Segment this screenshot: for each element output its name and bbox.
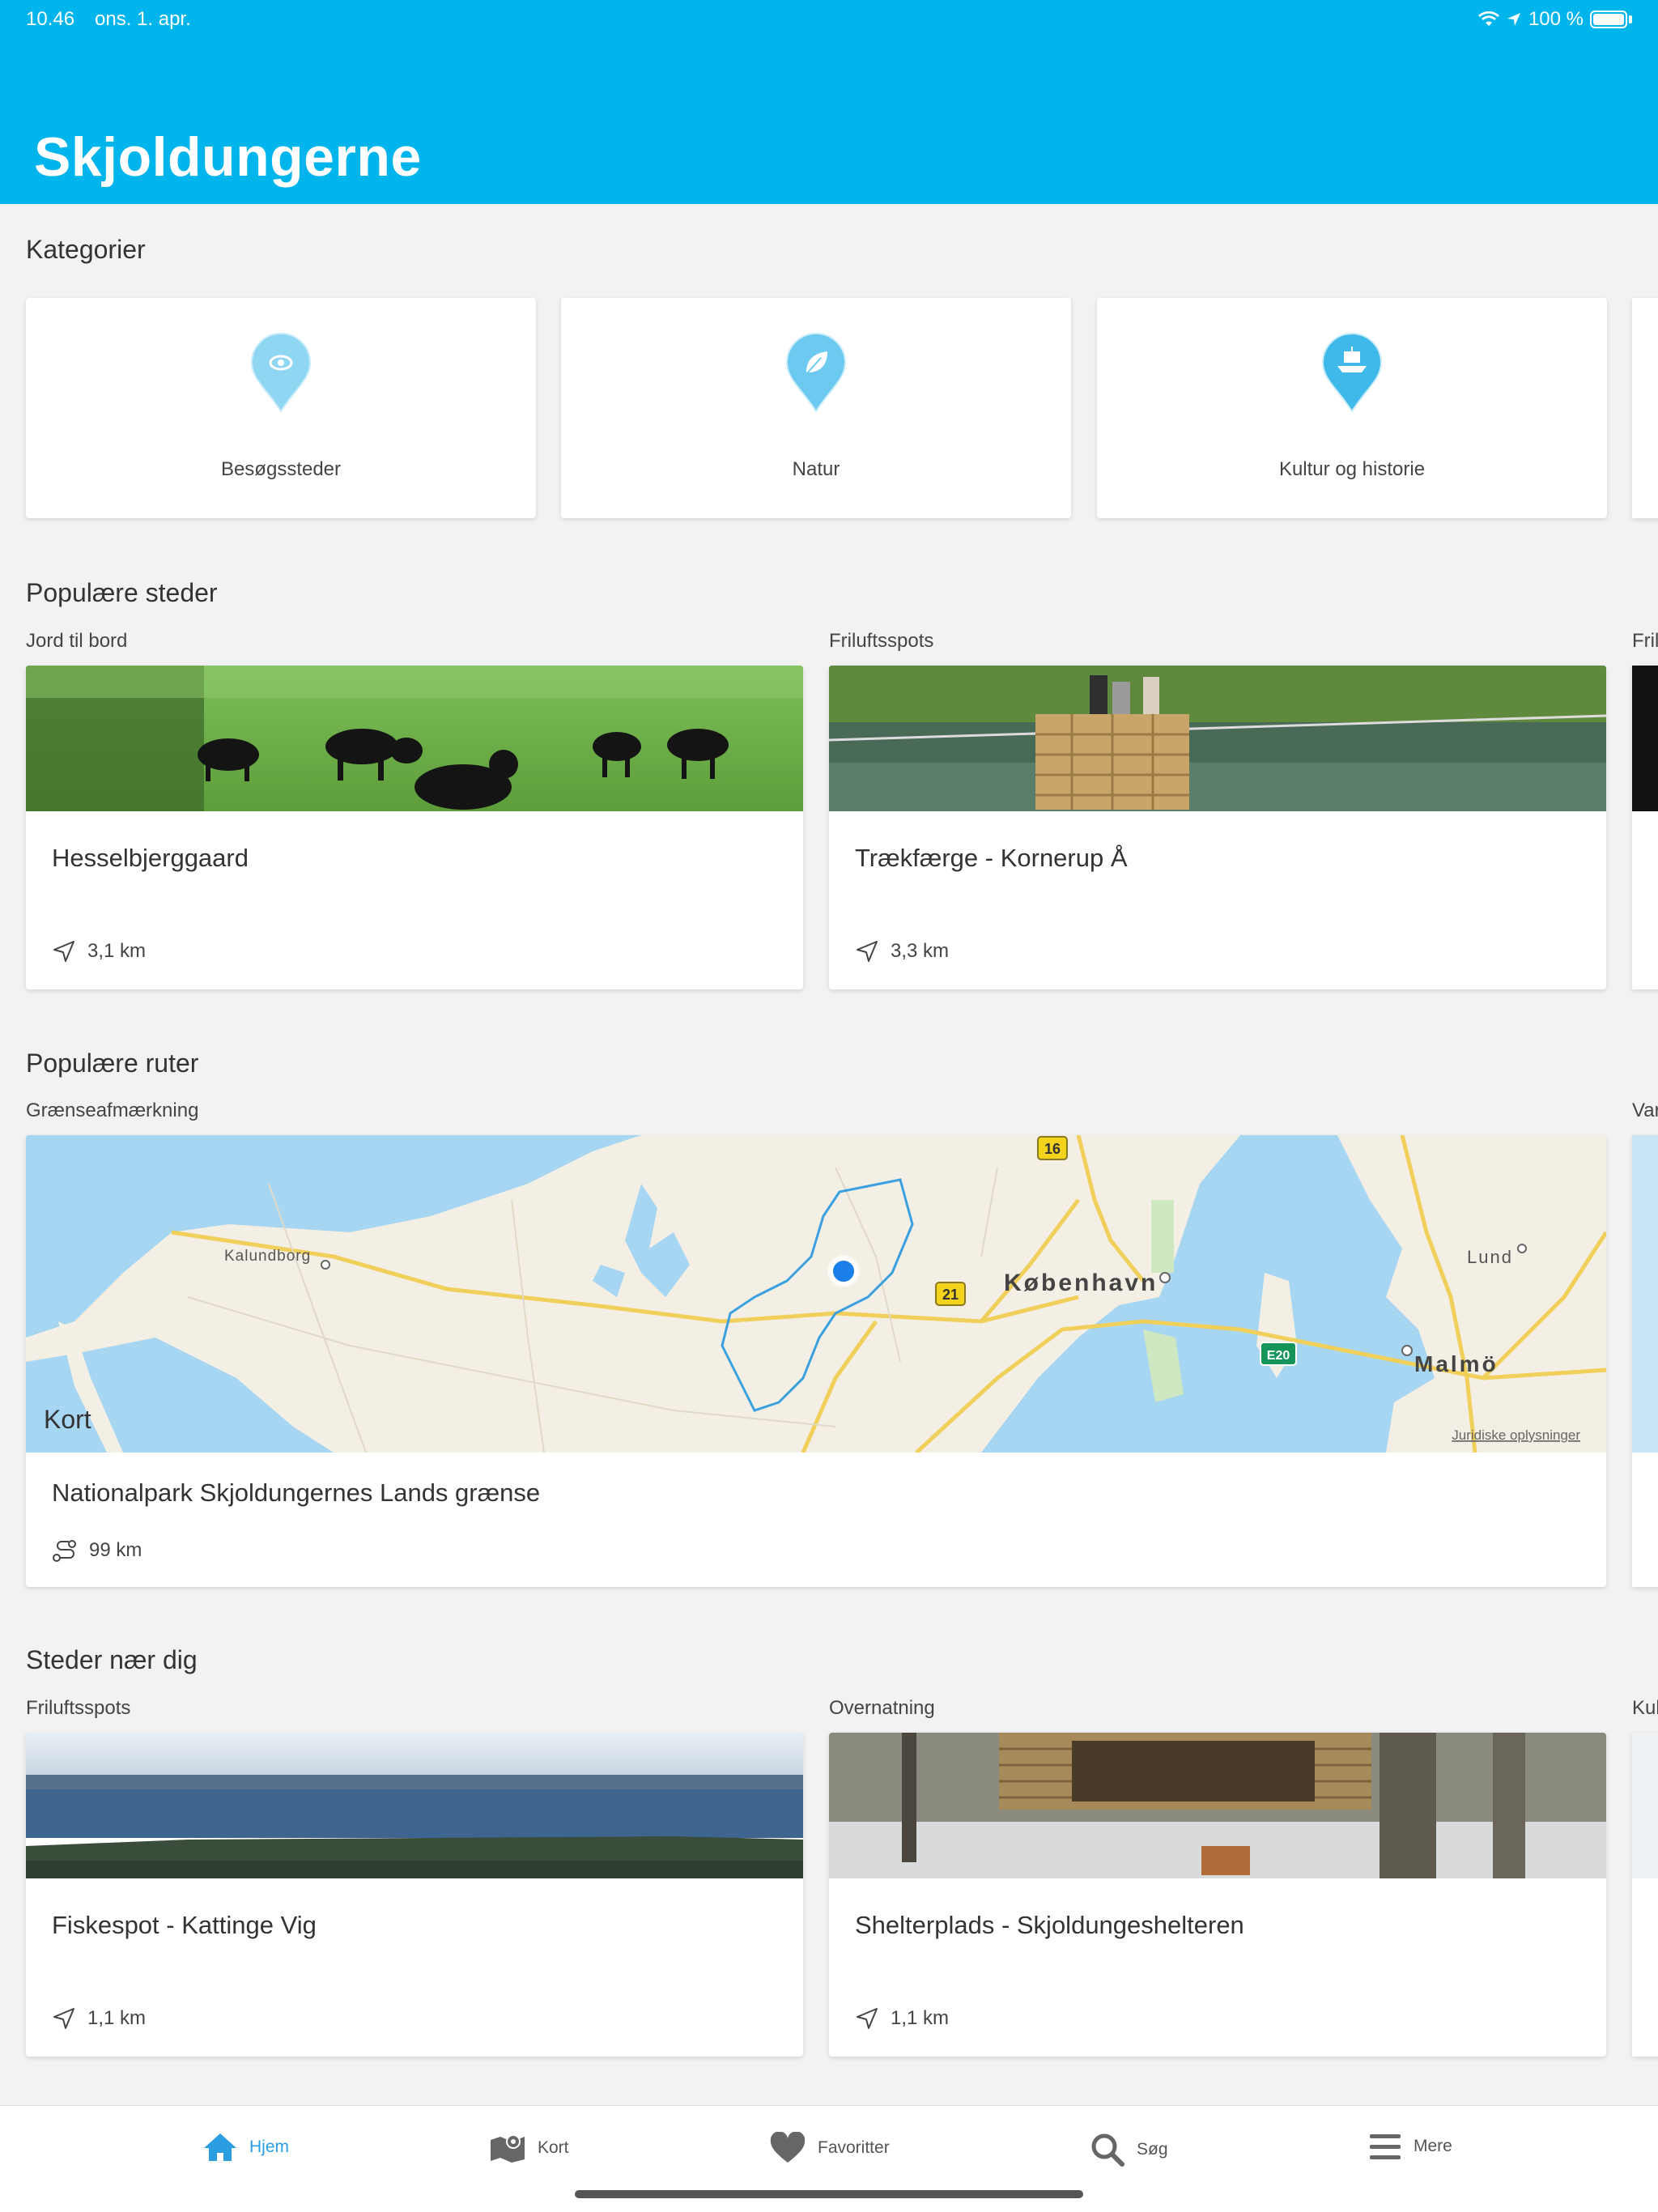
place-category: Friluftsspots <box>829 630 934 652</box>
route-card-nationalpark-graense[interactable]: 16 21 E20 Kalundborg København Lund Malm… <box>26 1135 1606 1587</box>
route-category-partial: Var <box>1632 1100 1658 1121</box>
tab-label: Kort <box>538 2138 569 2157</box>
popular-routes-title: Populære ruter <box>26 1049 199 1078</box>
route-map[interactable]: 16 21 E20 Kalundborg København Lund Malm… <box>26 1135 1606 1453</box>
place-image-ferry <box>829 666 1606 811</box>
location-arrow-icon <box>1507 13 1520 26</box>
status-indicators: 100 % <box>1477 8 1632 31</box>
category-label: Kultur og historie <box>1278 458 1426 480</box>
tab-label: Mere <box>1414 2137 1452 2155</box>
route-icon <box>53 1540 76 1562</box>
place-category: Jord til bord <box>26 630 128 652</box>
category-card-partial[interactable] <box>1632 298 1658 518</box>
place-category-partial: Kul <box>1632 1697 1658 1719</box>
place-card-partial[interactable] <box>1632 1733 1658 2057</box>
category-card-natur[interactable]: Natur <box>561 298 1071 518</box>
category-label: Besøgssteder <box>220 458 342 480</box>
place-image-cattle <box>26 666 803 811</box>
place-category-partial: Fril <box>1632 630 1658 652</box>
distance-value: 1,1 km <box>87 2007 147 2029</box>
category-label: Natur <box>792 458 840 480</box>
navigation-arrow-icon <box>857 2008 878 2029</box>
page-title: Skjoldungerne <box>34 126 422 188</box>
place-card-partial[interactable] <box>1632 666 1658 989</box>
categories-title: Kategorier <box>26 235 146 264</box>
ship-pin-icon <box>1321 333 1383 413</box>
distance-value: 1,1 km <box>891 2007 950 2029</box>
category-card-besogssteder[interactable]: Besøgssteder <box>26 298 536 518</box>
tab-mere[interactable]: Mere <box>1368 2132 1452 2161</box>
route-category: Grænseafmærkning <box>26 1100 199 1121</box>
map-label-malmo: Malmö <box>1414 1351 1499 1376</box>
place-title: Trækfærge - Kornerup Å <box>855 844 1128 872</box>
tab-kort[interactable]: Kort <box>489 2132 569 2164</box>
home-icon <box>204 2133 236 2161</box>
place-image-fjord <box>26 1733 803 1878</box>
place-category: Overnatning <box>829 1697 935 1719</box>
place-distance: 1,1 km <box>52 2006 146 2031</box>
place-image-shelter <box>829 1733 1606 1878</box>
tab-label: Hjem <box>249 2138 290 2156</box>
distance-value: 3,1 km <box>87 940 147 962</box>
menu-icon <box>1370 2134 1401 2159</box>
route-title: Nationalpark Skjoldungernes Lands grænse <box>52 1478 541 1507</box>
tab-label: Favoritter <box>818 2138 890 2157</box>
popular-places-title: Populære steder <box>26 578 218 607</box>
map-label-lund: Lund <box>1467 1247 1513 1267</box>
place-card-fiskespot-kattinge-vig[interactable]: Fiskespot - Kattinge Vig 1,1 km <box>26 1733 803 2057</box>
map-icon <box>491 2134 525 2163</box>
place-title: Hesselbjerggaard <box>52 844 249 872</box>
tab-label: Søg <box>1137 2140 1168 2159</box>
map-label-kalundborg: Kalundborg <box>224 1248 311 1265</box>
place-card-shelterplads[interactable]: Shelterplads - Skjoldungeshelteren 1,1 k… <box>829 1733 1606 2057</box>
distance-value: 3,3 km <box>891 940 950 962</box>
battery-percentage: 100 % <box>1528 8 1584 30</box>
place-title: Shelterplads - Skjoldungeshelteren <box>855 1911 1244 1939</box>
map-attribution: Kort <box>44 1405 91 1434</box>
place-card-hesselbjerggaard[interactable]: Hesselbjerggaard 3,1 km <box>26 666 803 989</box>
navigation-arrow-icon <box>857 941 878 962</box>
navigation-arrow-icon <box>53 2008 74 2029</box>
tab-favoritter[interactable]: Favoritter <box>769 2132 890 2164</box>
distance-value: 99 km <box>89 1539 142 1561</box>
leaf-pin-icon <box>785 333 847 413</box>
route-card-partial[interactable] <box>1632 1135 1658 1587</box>
wifi-icon <box>1477 11 1499 26</box>
eye-pin-icon <box>250 333 312 413</box>
place-title: Fiskespot - Kattinge Vig <box>52 1911 317 1939</box>
map-label-kobenhavn: København <box>1004 1270 1158 1296</box>
status-time: 10.46 <box>26 8 75 30</box>
tab-hjem[interactable]: Hjem <box>202 2132 289 2163</box>
place-distance: 3,1 km <box>52 939 146 963</box>
road-shield-21: 21 <box>942 1287 959 1303</box>
category-card-kultur-og-historie[interactable]: Kultur og historie <box>1097 298 1607 518</box>
heart-icon <box>770 2132 806 2163</box>
tab-sog[interactable]: Søg <box>1090 2132 1168 2167</box>
search-icon <box>1091 2133 1124 2167</box>
app-header: 10.46 ons. 1. apr. 100 % Skjoldungerne <box>0 0 1658 204</box>
place-distance: 3,3 km <box>855 939 949 963</box>
navigation-arrow-icon <box>53 941 74 962</box>
place-card-traekfaerge[interactable]: Trækfærge - Kornerup Å 3,3 km <box>829 666 1606 989</box>
road-shield-16: 16 <box>1044 1141 1061 1157</box>
map-legal-link: Juridiske oplysninger <box>1452 1427 1580 1443</box>
battery-icon <box>1590 11 1627 28</box>
place-distance: 1,1 km <box>855 2006 949 2031</box>
road-shield-e20: E20 <box>1267 1349 1290 1363</box>
status-bar: 10.46 ons. 1. apr. 100 % <box>26 8 1632 32</box>
status-date: ons. 1. apr. <box>95 8 191 30</box>
home-indicator[interactable] <box>575 2190 1083 2198</box>
nearby-places-title: Steder nær dig <box>26 1645 198 1674</box>
place-category: Friluftsspots <box>26 1697 131 1719</box>
route-distance: 99 km <box>52 1538 142 1563</box>
